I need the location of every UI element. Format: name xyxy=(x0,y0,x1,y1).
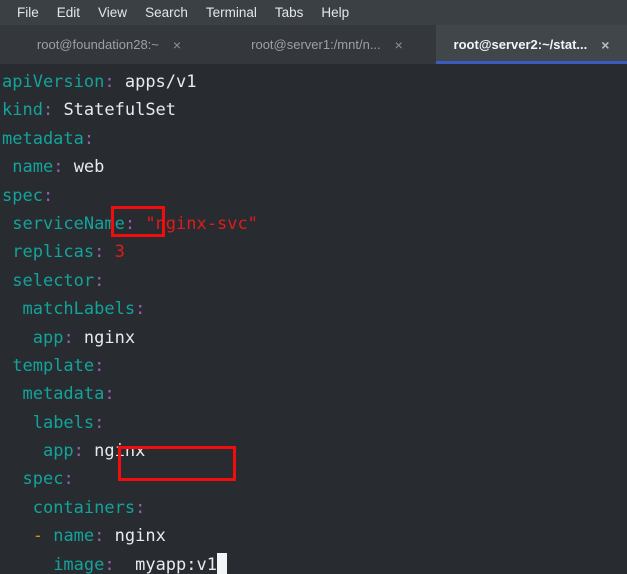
yaml-key: app xyxy=(42,441,74,462)
menu-item-tabs[interactable]: Tabs xyxy=(266,0,313,25)
yaml-editor-buffer[interactable]: apiVersion: apps/v1 kind: StatefulSet meta… xyxy=(2,68,258,574)
yaml-key: metadata xyxy=(2,128,84,149)
yaml-key: spec xyxy=(22,469,64,490)
yaml-colon: : xyxy=(42,185,54,206)
code-line: replicas: 3 xyxy=(2,238,258,266)
code-line: app: nginx xyxy=(2,437,258,465)
yaml-colon: : xyxy=(104,554,115,574)
code-line: selector: xyxy=(2,267,258,295)
code-line: name: web xyxy=(2,153,258,181)
text-cursor xyxy=(216,552,227,574)
code-line: spec: xyxy=(2,465,258,493)
tab-bar: root@foundation28:~ × root@server1:/mnt/… xyxy=(0,25,627,64)
yaml-colon: : xyxy=(135,299,146,320)
yaml-colon: : xyxy=(73,441,84,462)
yaml-colon: : xyxy=(63,327,74,348)
code-line: - name: nginx xyxy=(2,522,258,550)
yaml-key: spec xyxy=(2,185,43,206)
code-line: apiVersion: apps/v1 xyxy=(2,68,258,96)
yaml-value: nginx xyxy=(83,441,146,462)
yaml-colon: : xyxy=(63,469,74,490)
close-icon[interactable]: × xyxy=(395,38,403,52)
yaml-colon: : xyxy=(135,497,146,518)
menu-bar: File Edit View Search Terminal Tabs Help xyxy=(0,0,627,25)
code-line: kind: StatefulSet xyxy=(2,96,258,124)
close-icon[interactable]: × xyxy=(601,38,609,52)
tab-label: root@server2:~/stat... xyxy=(453,37,588,52)
code-line: image: myapp:v1 xyxy=(2,551,258,574)
close-icon[interactable]: × xyxy=(173,38,181,52)
yaml-colon: : xyxy=(83,128,95,149)
yaml-value: web xyxy=(63,157,105,178)
yaml-key: name xyxy=(53,526,95,547)
terminal-window: File Edit View Search Terminal Tabs Help… xyxy=(0,0,627,574)
code-line: app: nginx xyxy=(2,324,258,352)
tab-foundation28[interactable]: root@foundation28:~ × xyxy=(0,25,218,64)
yaml-colon: : xyxy=(94,355,105,376)
tab-label: root@server1:/mnt/n... xyxy=(251,37,381,52)
tab-label: root@foundation28:~ xyxy=(36,37,159,52)
menu-item-help[interactable]: Help xyxy=(312,0,358,25)
yaml-key: serviceName xyxy=(12,213,125,234)
code-line: metadata: xyxy=(2,380,258,408)
yaml-key: replicas xyxy=(12,242,95,263)
code-line: serviceName: "nginx-svc" xyxy=(2,210,258,238)
yaml-colon: : xyxy=(104,384,115,405)
yaml-key: kind xyxy=(2,100,43,121)
yaml-value: apps/v1 xyxy=(114,72,197,92)
code-line: containers: xyxy=(2,494,258,522)
terminal-content[interactable]: apiVersion: apps/v1 kind: StatefulSet meta… xyxy=(0,64,627,574)
yaml-key: labels xyxy=(32,412,95,433)
yaml-colon: : xyxy=(94,526,105,547)
menu-item-edit[interactable]: Edit xyxy=(48,0,89,25)
yaml-key: template xyxy=(12,355,95,376)
list-dash: - xyxy=(32,526,54,547)
yaml-value: "nginx-svc" xyxy=(135,213,258,234)
yaml-value: 3 xyxy=(104,242,125,263)
tab-server1[interactable]: root@server1:/mnt/n... × xyxy=(218,25,436,64)
yaml-key: name xyxy=(12,157,54,178)
yaml-key: metadata xyxy=(22,384,105,405)
code-line: spec: xyxy=(2,182,258,210)
yaml-colon: : xyxy=(124,213,136,234)
yaml-colon: : xyxy=(104,72,115,92)
code-line: matchLabels: xyxy=(2,295,258,323)
menu-item-search[interactable]: Search xyxy=(136,0,197,25)
menu-item-file[interactable]: File xyxy=(8,0,48,25)
yaml-key: apiVersion xyxy=(2,72,105,92)
tab-server2[interactable]: root@server2:~/stat... × xyxy=(436,25,627,64)
yaml-value: nginx xyxy=(73,327,136,348)
yaml-key: containers xyxy=(32,497,136,518)
yaml-key: app xyxy=(32,327,64,348)
yaml-colon: : xyxy=(94,412,105,433)
yaml-key: matchLabels xyxy=(22,299,136,320)
yaml-colon: : xyxy=(94,242,105,263)
yaml-value: StatefulSet xyxy=(53,100,177,121)
code-line: metadata: xyxy=(2,125,258,153)
menu-item-terminal[interactable]: Terminal xyxy=(197,0,266,25)
code-line: labels: xyxy=(2,409,258,437)
yaml-key: image xyxy=(53,554,105,574)
yaml-value: myapp:v1 xyxy=(114,554,217,574)
yaml-key: selector xyxy=(12,270,95,291)
code-line: template: xyxy=(2,352,258,380)
yaml-colon: : xyxy=(42,100,54,121)
yaml-colon: : xyxy=(94,270,105,291)
yaml-colon: : xyxy=(53,157,64,178)
yaml-value: nginx xyxy=(104,526,166,547)
menu-item-view[interactable]: View xyxy=(89,0,136,25)
